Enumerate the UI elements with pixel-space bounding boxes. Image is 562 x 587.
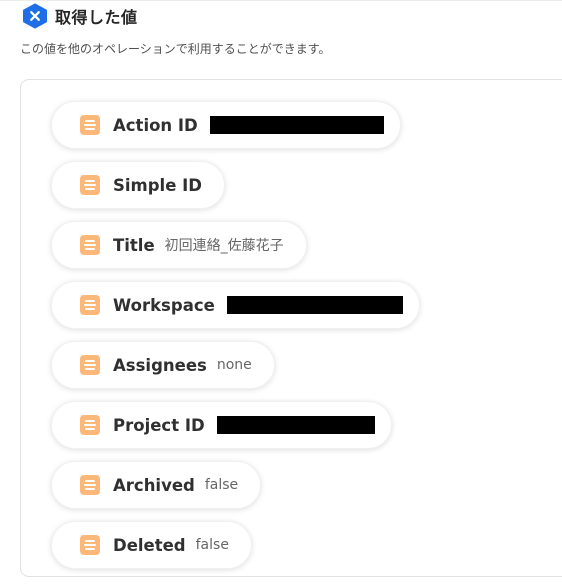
value-chip-value: false	[195, 537, 229, 553]
redacted-value	[216, 416, 375, 434]
page: 取得した値 この値を他のオペレーションで利用することができます。 Action …	[0, 0, 562, 587]
text-field-icon	[80, 115, 100, 135]
text-field-icon	[80, 295, 100, 315]
section-title: 取得した値	[55, 8, 138, 27]
text-field-icon	[80, 535, 100, 555]
value-chip-label: Title	[113, 235, 155, 255]
redacted-value	[209, 116, 384, 134]
value-chip-title[interactable]: Title 初回連絡_佐藤花子	[51, 221, 307, 269]
text-field-icon	[80, 355, 100, 375]
value-chip-archived[interactable]: Archived false	[51, 461, 262, 509]
value-chip-action-id[interactable]: Action ID	[51, 101, 401, 149]
value-chip-label: Deleted	[113, 535, 186, 555]
section-description: この値を他のオペレーションで利用することができます。	[20, 42, 331, 56]
top-divider	[0, 0, 562, 1]
redacted-value	[226, 296, 403, 314]
app-logo-icon	[23, 3, 47, 29]
value-chip-label: Project ID	[113, 415, 205, 435]
value-chip-label: Action ID	[113, 115, 198, 135]
value-chip-value: 初回連絡_佐藤花子	[164, 238, 284, 254]
text-field-icon	[80, 175, 100, 195]
value-chip-assignees[interactable]: Assignees none	[51, 341, 275, 389]
value-chip-simple-id[interactable]: Simple ID	[51, 161, 225, 209]
value-chip-workspace[interactable]: Workspace	[51, 281, 420, 329]
value-chip-label: Workspace	[113, 295, 215, 315]
text-field-icon	[80, 235, 100, 255]
value-chip-deleted[interactable]: Deleted false	[51, 521, 252, 569]
value-chip-project-id[interactable]: Project ID	[51, 401, 392, 449]
value-chip-label: Assignees	[113, 355, 207, 375]
value-chip-value: false	[204, 477, 239, 493]
section-header: 取得した値	[22, 3, 138, 29]
value-chip-label: Simple ID	[113, 175, 202, 195]
value-chip-value: none	[216, 357, 252, 373]
text-field-icon	[80, 475, 100, 495]
text-field-icon	[80, 415, 100, 435]
value-chip-label: Archived	[113, 475, 195, 495]
